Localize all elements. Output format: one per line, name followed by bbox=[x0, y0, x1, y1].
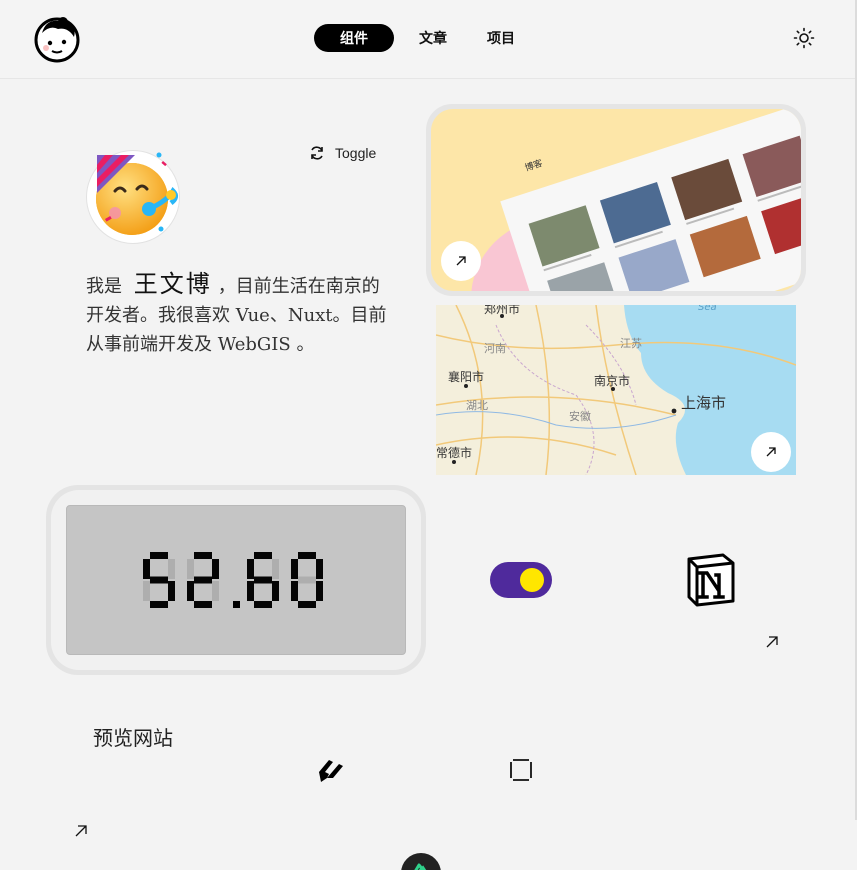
nav-articles[interactable]: 文章 bbox=[394, 24, 459, 52]
lcd-segment bbox=[143, 581, 150, 601]
lcd-segment bbox=[187, 559, 194, 579]
blog-screenshot: 博客 bbox=[471, 109, 801, 291]
theme-switch[interactable] bbox=[490, 562, 552, 598]
clock-card bbox=[46, 485, 426, 675]
logo-icon[interactable] bbox=[32, 13, 82, 63]
lcd-segment bbox=[291, 581, 298, 601]
lcd-decimal-point bbox=[233, 601, 240, 608]
lcd-segment bbox=[272, 559, 279, 579]
map-label-jiangsu: 江苏 bbox=[620, 337, 642, 350]
nav-projects[interactable]: 项目 bbox=[459, 24, 527, 52]
map-label-nanjing: 南京市 bbox=[594, 373, 630, 388]
map-label-changde: 常德市 bbox=[436, 445, 472, 460]
blog-app-label: 博客 bbox=[523, 157, 544, 174]
toggle-label: Toggle bbox=[335, 145, 377, 161]
lcd-segment bbox=[254, 576, 272, 584]
frame-icon[interactable] bbox=[508, 757, 534, 783]
lcd-segment bbox=[150, 552, 168, 559]
lcd-segment bbox=[316, 559, 323, 579]
map-card[interactable]: 郑州市 河南 江苏 襄阳市 南京市 湖北 安徽 上海市 常德市 Sea bbox=[436, 305, 796, 475]
lcd-segment bbox=[254, 552, 272, 559]
map-label-henan: 河南 bbox=[484, 342, 506, 355]
lcd-segment bbox=[194, 601, 212, 608]
arrow-up-right-icon[interactable] bbox=[765, 635, 779, 649]
author-name: 王文博 bbox=[133, 270, 212, 298]
lcd-segment bbox=[194, 552, 212, 559]
switch-knob bbox=[520, 568, 544, 592]
lcd-segment bbox=[254, 601, 272, 608]
notion-icon[interactable] bbox=[685, 553, 737, 607]
arrow-up-right-icon bbox=[766, 447, 776, 457]
lcd-segment bbox=[194, 576, 212, 584]
lcd-segment bbox=[298, 552, 316, 559]
preview-site-label[interactable]: 预览网站 bbox=[93, 722, 173, 751]
sun-icon[interactable] bbox=[792, 26, 816, 50]
lcd-segment bbox=[247, 581, 254, 601]
blog-preview: 博客 bbox=[431, 109, 801, 291]
blog-card[interactable]: 博客 bbox=[426, 104, 806, 296]
lcd-segment bbox=[168, 559, 175, 579]
nav-components[interactable]: 组件 bbox=[314, 24, 394, 52]
nuxt-logo-icon bbox=[414, 863, 427, 870]
lcd-segment bbox=[143, 559, 150, 579]
lcd-digits bbox=[143, 552, 323, 608]
map-label-sea: Sea bbox=[698, 305, 717, 313]
lcd-segment bbox=[150, 576, 168, 584]
bio-text: 我是 王文博 ，目前生活在南京的开发者。我很喜欢 Vue、Nuxt。目前从事前端开… bbox=[86, 270, 396, 359]
lcd-segment bbox=[272, 581, 279, 601]
party-face-icon bbox=[96, 152, 179, 235]
clock-frame bbox=[51, 490, 421, 670]
lcd-segment bbox=[298, 576, 316, 584]
map-label-shanghai: 上海市 bbox=[681, 394, 726, 412]
lcd-segment bbox=[212, 559, 219, 579]
bio-prefix: 我是 bbox=[86, 276, 122, 297]
lcd-display bbox=[66, 505, 406, 655]
arrow-up-right-icon[interactable] bbox=[74, 824, 88, 838]
refresh-icon bbox=[311, 146, 323, 160]
slash-logo-icon[interactable] bbox=[315, 754, 347, 786]
lcd-segment bbox=[291, 559, 298, 579]
lcd-segment bbox=[298, 601, 316, 608]
lcd-segment bbox=[168, 581, 175, 601]
lcd-segment bbox=[212, 581, 219, 601]
nuxt-icon[interactable] bbox=[401, 853, 441, 870]
map-label-anhui: 安徽 bbox=[569, 409, 591, 423]
map-label-xiangyang: 襄阳市 bbox=[448, 369, 484, 384]
arrow-up-right-icon bbox=[456, 256, 466, 266]
lcd-segment bbox=[247, 559, 254, 579]
blog-open-button[interactable] bbox=[441, 241, 481, 281]
map-open-button[interactable] bbox=[751, 432, 791, 472]
lcd-segment bbox=[150, 601, 168, 608]
toggle-button[interactable]: Toggle bbox=[309, 143, 376, 163]
map-view: 郑州市 河南 江苏 襄阳市 南京市 湖北 安徽 上海市 常德市 Sea bbox=[436, 305, 796, 475]
lcd-segment bbox=[187, 581, 194, 601]
avatar bbox=[86, 150, 180, 244]
lcd-segment bbox=[316, 581, 323, 601]
main-nav: 组件 文章 项目 bbox=[314, 24, 527, 52]
map-label-hubei: 湖北 bbox=[466, 399, 488, 412]
